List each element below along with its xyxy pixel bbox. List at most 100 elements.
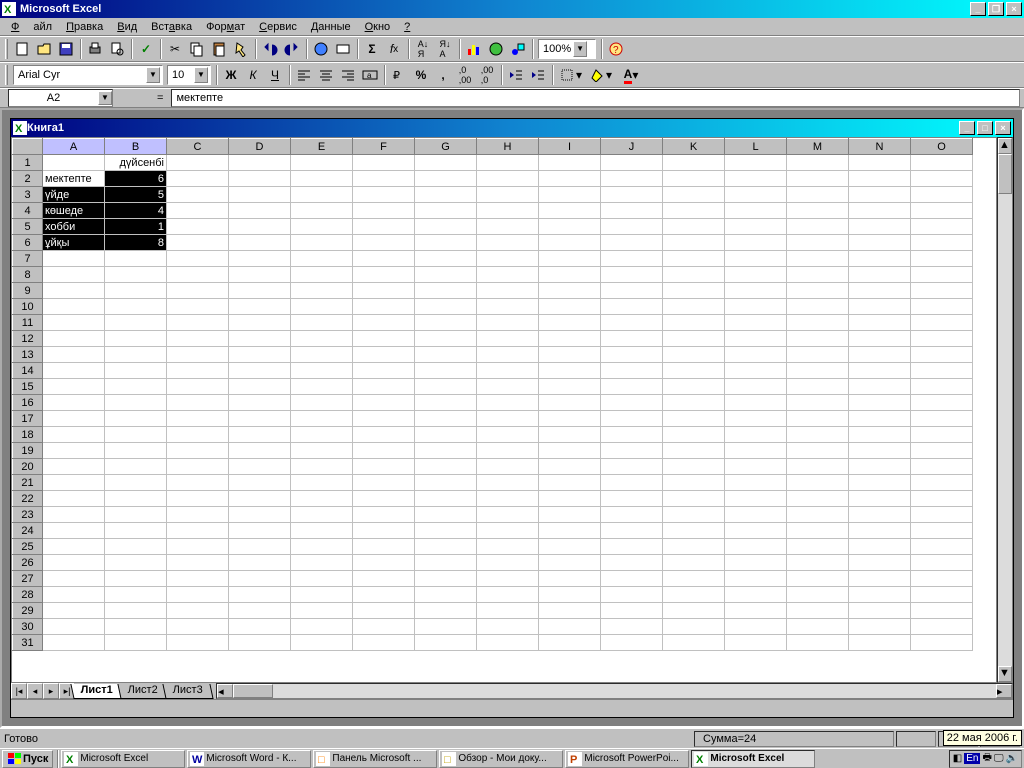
- col-header-L[interactable]: L: [725, 139, 787, 155]
- cell-M19[interactable]: [787, 443, 849, 459]
- cell-G4[interactable]: [415, 203, 477, 219]
- cell-O26[interactable]: [911, 555, 973, 571]
- wb-maximize-button[interactable]: □: [977, 121, 993, 135]
- cell-N17[interactable]: [849, 411, 911, 427]
- cell-C16[interactable]: [167, 395, 229, 411]
- cell-A15[interactable]: [43, 379, 105, 395]
- cell-C9[interactable]: [167, 283, 229, 299]
- cell-D24[interactable]: [229, 523, 291, 539]
- cell-N3[interactable]: [849, 187, 911, 203]
- cell-I24[interactable]: [539, 523, 601, 539]
- cell-G31[interactable]: [415, 635, 477, 651]
- cell-D13[interactable]: [229, 347, 291, 363]
- cell-J28[interactable]: [601, 587, 663, 603]
- cell-I14[interactable]: [539, 363, 601, 379]
- row-header-26[interactable]: 26: [13, 555, 43, 571]
- cell-H2[interactable]: [477, 171, 539, 187]
- cell-I29[interactable]: [539, 603, 601, 619]
- cell-B16[interactable]: [105, 395, 167, 411]
- cell-E7[interactable]: [291, 251, 353, 267]
- cell-L11[interactable]: [725, 315, 787, 331]
- menu-tools[interactable]: Сервис: [252, 20, 304, 34]
- cell-G27[interactable]: [415, 571, 477, 587]
- row-header-7[interactable]: 7: [13, 251, 43, 267]
- cell-B4[interactable]: 4: [105, 203, 167, 219]
- cell-F28[interactable]: [353, 587, 415, 603]
- cell-I10[interactable]: [539, 299, 601, 315]
- row-header-16[interactable]: 16: [13, 395, 43, 411]
- cell-G16[interactable]: [415, 395, 477, 411]
- cell-C10[interactable]: [167, 299, 229, 315]
- cell-M30[interactable]: [787, 619, 849, 635]
- cell-O24[interactable]: [911, 523, 973, 539]
- cell-A7[interactable]: [43, 251, 105, 267]
- cell-L12[interactable]: [725, 331, 787, 347]
- col-header-A[interactable]: A: [43, 139, 105, 155]
- cell-D10[interactable]: [229, 299, 291, 315]
- cell-E9[interactable]: [291, 283, 353, 299]
- row-header-14[interactable]: 14: [13, 363, 43, 379]
- cell-G13[interactable]: [415, 347, 477, 363]
- cell-A9[interactable]: [43, 283, 105, 299]
- cell-O2[interactable]: [911, 171, 973, 187]
- cell-A13[interactable]: [43, 347, 105, 363]
- inc-indent-button[interactable]: [527, 64, 549, 86]
- cell-E8[interactable]: [291, 267, 353, 283]
- cell-L6[interactable]: [725, 235, 787, 251]
- row-header-5[interactable]: 5: [13, 219, 43, 235]
- cell-K8[interactable]: [663, 267, 725, 283]
- cell-H3[interactable]: [477, 187, 539, 203]
- tab-prev-button[interactable]: ◂: [27, 683, 43, 699]
- cell-N30[interactable]: [849, 619, 911, 635]
- cell-J4[interactable]: [601, 203, 663, 219]
- cell-I30[interactable]: [539, 619, 601, 635]
- underline-button[interactable]: Ч: [264, 64, 286, 86]
- cell-O19[interactable]: [911, 443, 973, 459]
- cell-J16[interactable]: [601, 395, 663, 411]
- row-header-17[interactable]: 17: [13, 411, 43, 427]
- cell-B3[interactable]: 5: [105, 187, 167, 203]
- cell-M29[interactable]: [787, 603, 849, 619]
- cell-N22[interactable]: [849, 491, 911, 507]
- preview-button[interactable]: [106, 38, 128, 60]
- taskbar-item[interactable]: XMicrosoft Excel: [691, 750, 815, 768]
- cell-G3[interactable]: [415, 187, 477, 203]
- open-button[interactable]: [33, 38, 55, 60]
- cell-B5[interactable]: 1: [105, 219, 167, 235]
- font-combo[interactable]: Arial Cyr▼: [13, 65, 163, 85]
- cell-E24[interactable]: [291, 523, 353, 539]
- cell-L21[interactable]: [725, 475, 787, 491]
- row-header-2[interactable]: 2: [13, 171, 43, 187]
- row-header-6[interactable]: 6: [13, 235, 43, 251]
- dec-indent-button[interactable]: [505, 64, 527, 86]
- cell-O1[interactable]: [911, 155, 973, 171]
- cell-D4[interactable]: [229, 203, 291, 219]
- drawing-button[interactable]: [507, 38, 529, 60]
- cell-A10[interactable]: [43, 299, 105, 315]
- cell-J24[interactable]: [601, 523, 663, 539]
- sheet-tab-Лист1[interactable]: Лист1: [70, 684, 123, 699]
- cell-E23[interactable]: [291, 507, 353, 523]
- cell-A14[interactable]: [43, 363, 105, 379]
- cell-N10[interactable]: [849, 299, 911, 315]
- cell-H29[interactable]: [477, 603, 539, 619]
- cell-C13[interactable]: [167, 347, 229, 363]
- cell-E10[interactable]: [291, 299, 353, 315]
- cell-I5[interactable]: [539, 219, 601, 235]
- cell-F16[interactable]: [353, 395, 415, 411]
- cell-O7[interactable]: [911, 251, 973, 267]
- cell-I20[interactable]: [539, 459, 601, 475]
- tray-icon[interactable]: 🔊: [1006, 753, 1018, 764]
- row-header-19[interactable]: 19: [13, 443, 43, 459]
- percent-button[interactable]: %: [410, 64, 432, 86]
- cell-K21[interactable]: [663, 475, 725, 491]
- cell-M25[interactable]: [787, 539, 849, 555]
- cell-N19[interactable]: [849, 443, 911, 459]
- cell-H4[interactable]: [477, 203, 539, 219]
- cell-F26[interactable]: [353, 555, 415, 571]
- cell-G23[interactable]: [415, 507, 477, 523]
- cell-C4[interactable]: [167, 203, 229, 219]
- zoom-combo[interactable]: 100%▼: [538, 39, 596, 59]
- cell-H28[interactable]: [477, 587, 539, 603]
- cell-M11[interactable]: [787, 315, 849, 331]
